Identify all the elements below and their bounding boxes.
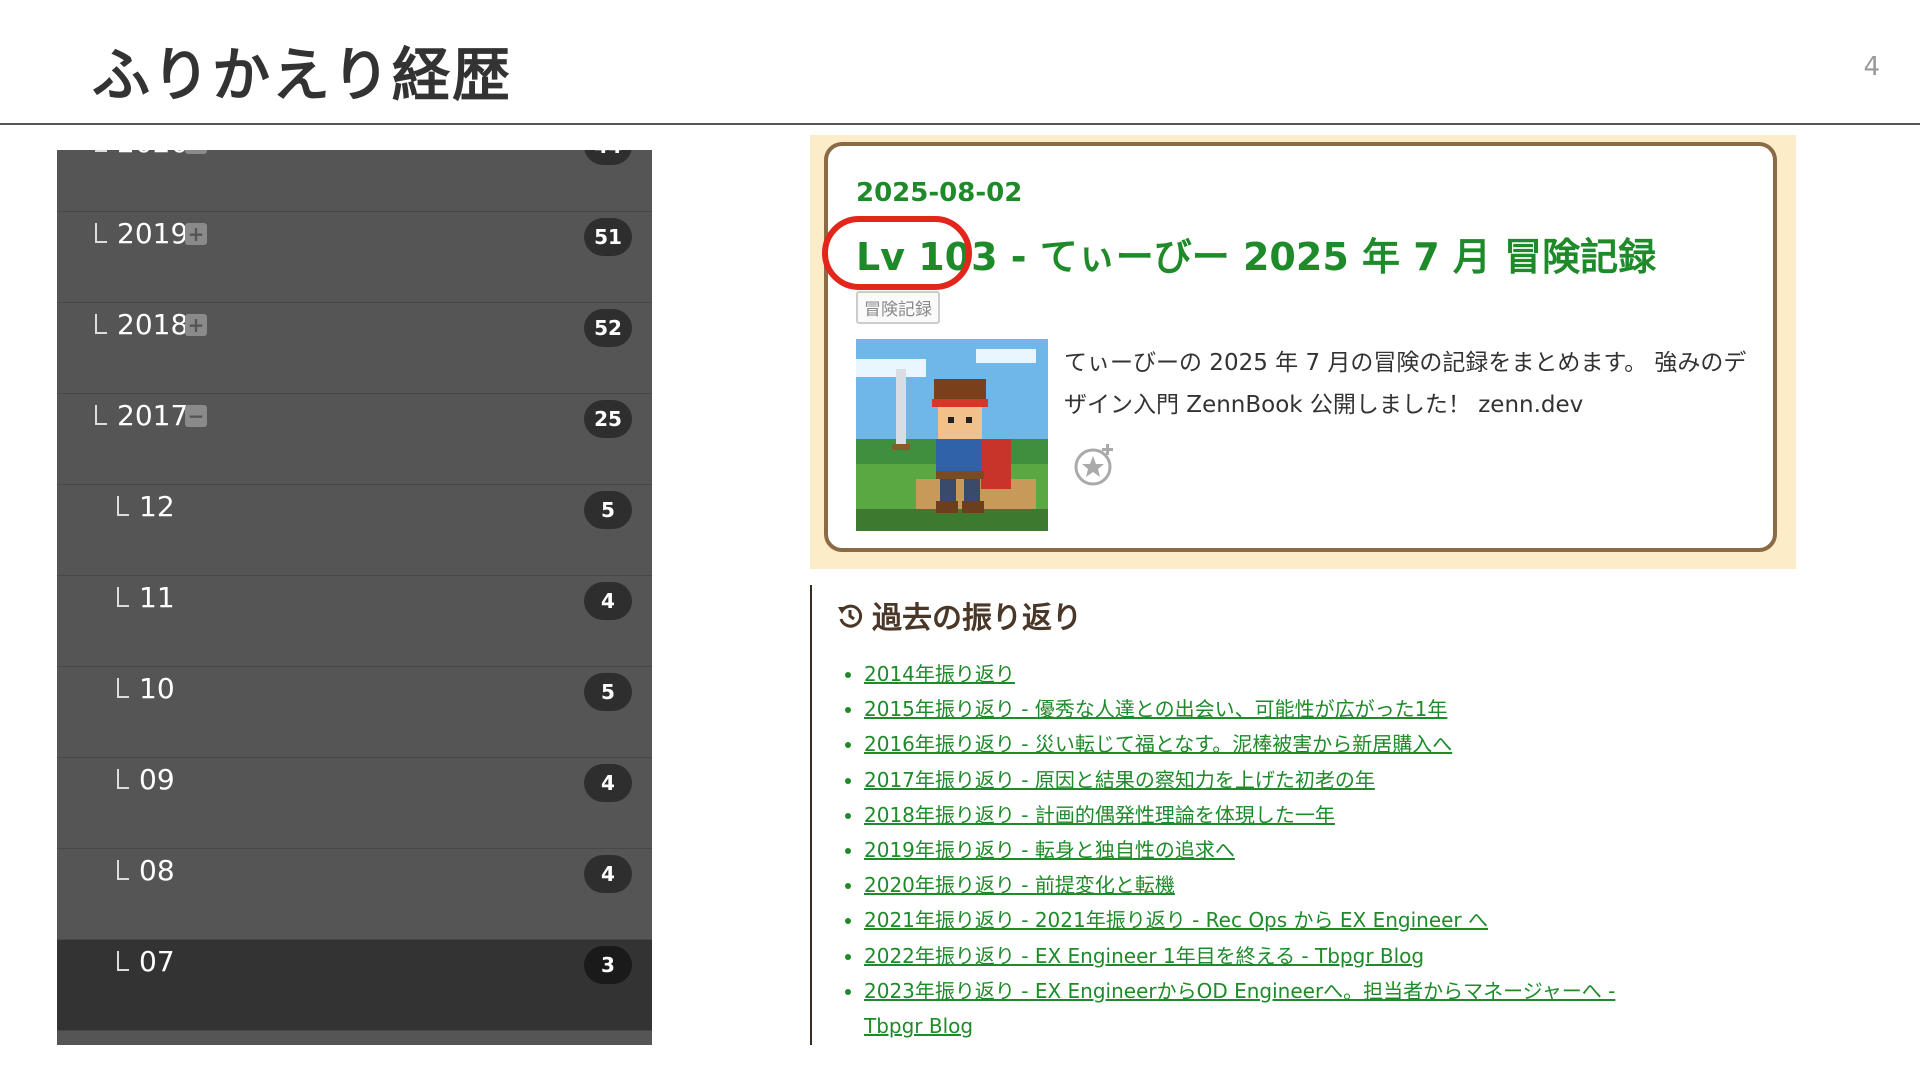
post-title[interactable]: Lv 103 - てぃーびー 2025 年 7 月 冒険記録	[856, 226, 1656, 281]
slide-title: ふりかえり経歴	[92, 41, 513, 109]
tree-branch-icon	[95, 150, 107, 152]
list-item: 2017年振り返り - 原因と結果の察知力を上げた初老の年	[864, 763, 1624, 798]
archive-row-count: 5	[584, 491, 632, 529]
archive-row-month-active[interactable]: 07 3	[57, 940, 652, 1031]
reflection-link[interactable]: 2023年振り返り - EX EngineerからOD Engineerへ。担当…	[864, 979, 1615, 1038]
archive-row-month[interactable]: 10 5	[57, 667, 652, 758]
archive-row-label: 2018	[117, 308, 189, 341]
past-reflections-section: 過去の振り返り 2014年振り返り 2015年振り返り - 優秀な人達との出会い…	[810, 585, 1712, 1045]
tree-branch-icon	[95, 314, 107, 334]
page-number: 4	[1863, 52, 1880, 82]
tree-branch-icon	[117, 496, 129, 516]
archive-row-label: 07	[139, 945, 175, 978]
star-add-icon[interactable]	[1074, 444, 1116, 486]
archive-row-count: 44	[584, 150, 632, 165]
archive-row-count: 5	[584, 673, 632, 711]
post-date: 2025-08-02	[856, 178, 1023, 208]
reflection-link[interactable]: 2022年振り返り - EX Engineer 1年目を終える - Tbpgr …	[864, 944, 1424, 968]
archive-row-label: 2019	[117, 217, 189, 250]
expand-icon[interactable]: +	[185, 150, 207, 154]
tree-branch-icon	[117, 769, 129, 789]
tree-branch-icon	[95, 223, 107, 243]
tree-branch-icon	[117, 951, 129, 971]
expand-icon[interactable]: +	[185, 314, 207, 336]
list-item: 2018年振り返り - 計画的偶発性理論を体現した一年	[864, 798, 1624, 833]
list-item: 2020年振り返り - 前提変化と転機	[864, 868, 1624, 903]
reflection-link[interactable]: 2019年振り返り - 転身と独自性の追求へ	[864, 838, 1235, 862]
list-item: 2016年振り返り - 災い転じて福となす。泥棒被害から新居購入へ	[864, 727, 1624, 762]
list-item: 2019年振り返り - 転身と独自性の追求へ	[864, 833, 1624, 868]
archive-row-month[interactable]: 09 4	[57, 758, 652, 849]
collapse-icon[interactable]: −	[185, 405, 207, 427]
pixel-art-hero-icon[interactable]	[856, 339, 1048, 531]
tree-branch-icon	[117, 678, 129, 698]
archive-row-count: 25	[584, 400, 632, 438]
list-item: 2021年振り返り - 2021年振り返り - Rec Ops から EX En…	[864, 903, 1624, 938]
category-tag[interactable]: 冒険記録	[856, 291, 940, 324]
archive-row-count: 52	[584, 309, 632, 347]
list-item: 2023年振り返り - EX EngineerからOD Engineerへ。担当…	[864, 974, 1624, 1044]
reflection-link[interactable]: 2018年振り返り - 計画的偶発性理論を体現した一年	[864, 803, 1335, 827]
archive-row-label: 11	[139, 581, 175, 614]
blog-card-container: 2025-08-02 Lv 103 - てぃーびー 2025 年 7 月 冒険記…	[810, 135, 1796, 569]
archive-panel: 2020 + 44 2019 + 51 2018 + 52 2017 − 25 …	[57, 150, 652, 1045]
list-item: 2022年振り返り - EX Engineer 1年目を終える - Tbpgr …	[864, 939, 1624, 974]
post-excerpt: てぃーびーの 2025 年 7 月の冒険の記録をまとめます。 強みのデザイン入門…	[1064, 350, 1747, 418]
archive-row-label: 09	[139, 763, 175, 796]
section-heading-text: 過去の振り返り	[872, 601, 1082, 636]
archive-row-label: 2020	[117, 150, 188, 159]
archive-row-label: 10	[139, 672, 175, 705]
history-icon	[838, 604, 863, 628]
archive-row-label: 08	[139, 854, 175, 887]
archive-row-2017[interactable]: 2017 − 25	[57, 394, 652, 485]
archive-row-2020[interactable]: 2020 + 44	[57, 150, 652, 212]
reflection-link[interactable]: 2020年振り返り - 前提変化と転機	[864, 873, 1175, 897]
list-item: 2014年振り返り	[864, 657, 1624, 692]
reflection-link-list: 2014年振り返り 2015年振り返り - 優秀な人達との出会い、可能性が広がっ…	[844, 657, 1624, 1044]
archive-row-2019[interactable]: 2019 + 51	[57, 212, 652, 303]
reflection-link[interactable]: 2015年振り返り - 優秀な人達との出会い、可能性が広がった1年	[864, 697, 1447, 721]
reflection-link[interactable]: 2014年振り返り	[864, 662, 1015, 686]
archive-row-label: 12	[139, 490, 175, 523]
archive-row-label: 2017	[117, 399, 189, 432]
archive-row-2018[interactable]: 2018 + 52	[57, 303, 652, 394]
archive-row-count: 4	[584, 764, 632, 802]
tree-branch-icon	[117, 860, 129, 880]
reflection-link[interactable]: 2021年振り返り - 2021年振り返り - Rec Ops から EX En…	[864, 908, 1488, 932]
archive-row-count: 3	[584, 946, 632, 984]
section-heading: 過去の振り返り	[836, 593, 1082, 637]
tree-branch-icon	[95, 405, 107, 425]
archive-row-month[interactable]: 12 5	[57, 485, 652, 576]
archive-row-count: 51	[584, 218, 632, 256]
archive-row-month[interactable]: 11 4	[57, 576, 652, 667]
tree-branch-icon	[117, 587, 129, 607]
reflection-link[interactable]: 2017年振り返り - 原因と結果の察知力を上げた初老の年	[864, 768, 1375, 792]
title-divider	[0, 123, 1920, 125]
archive-row-month[interactable]: 08 4	[57, 849, 652, 940]
archive-row-count: 4	[584, 582, 632, 620]
blog-card[interactable]: 2025-08-02 Lv 103 - てぃーびー 2025 年 7 月 冒険記…	[822, 142, 1777, 552]
archive-row-count: 4	[584, 855, 632, 893]
list-item: 2015年振り返り - 優秀な人達との出会い、可能性が広がった1年	[864, 692, 1624, 727]
highlight-circle	[822, 216, 972, 290]
expand-icon[interactable]: +	[185, 223, 207, 245]
reflection-link[interactable]: 2016年振り返り - 災い転じて福となす。泥棒被害から新居購入へ	[864, 732, 1452, 756]
